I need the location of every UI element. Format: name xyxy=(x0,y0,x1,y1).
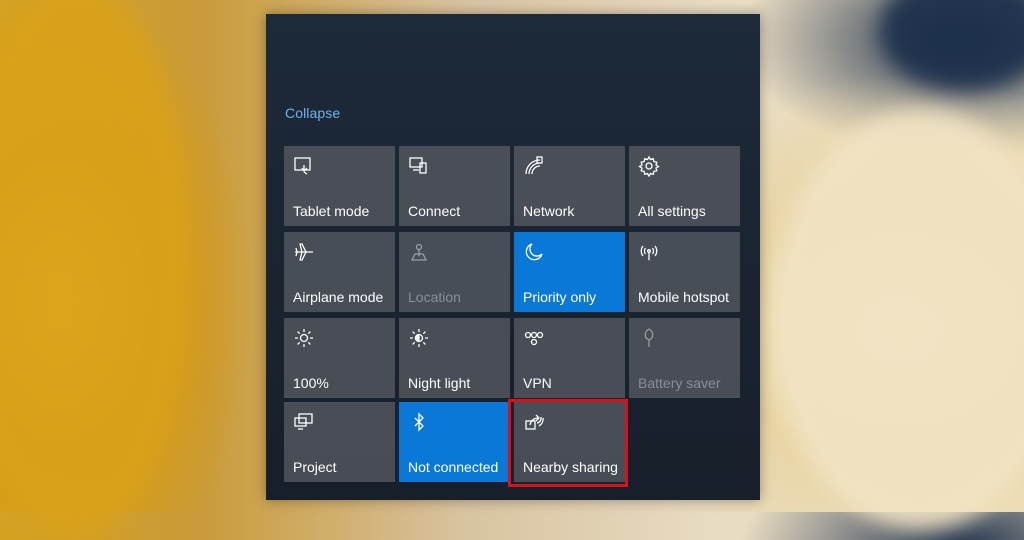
tile-location[interactable]: Location xyxy=(399,232,510,312)
tile-label: All settings xyxy=(638,203,706,219)
tile-mobile-hotspot[interactable]: Mobile hotspot xyxy=(629,232,740,312)
background-banana-left xyxy=(0,0,190,540)
tile-network[interactable]: Network xyxy=(514,146,625,226)
tile-project[interactable]: Project xyxy=(284,402,395,482)
tile-airplane-mode[interactable]: Airplane mode xyxy=(284,232,395,312)
tile-label: Project xyxy=(293,459,337,475)
brightness-icon xyxy=(293,327,315,349)
tablet-mode-icon xyxy=(293,155,315,177)
airplane-icon xyxy=(293,241,315,263)
gear-icon xyxy=(638,155,660,177)
project-icon xyxy=(293,411,315,433)
tile-connect[interactable]: Connect xyxy=(399,146,510,226)
night-light-icon xyxy=(408,327,430,349)
tile-tablet-mode[interactable]: Tablet mode xyxy=(284,146,395,226)
tile-label: Location xyxy=(408,289,461,305)
tile-label: 100% xyxy=(293,375,329,391)
tile-bluetooth[interactable]: Not connected xyxy=(399,402,510,482)
tile-label: Priority only xyxy=(523,289,597,305)
connect-icon xyxy=(408,155,430,177)
tile-priority-only[interactable]: Priority only xyxy=(514,232,625,312)
battery-saver-icon xyxy=(638,327,660,349)
bluetooth-icon xyxy=(408,411,430,433)
tile-label: Battery saver xyxy=(638,375,721,391)
tile-all-settings[interactable]: All settings xyxy=(629,146,740,226)
tile-label: Airplane mode xyxy=(293,289,384,305)
moon-icon xyxy=(523,241,545,263)
tile-label: Tablet mode xyxy=(293,203,370,219)
tile-vpn[interactable]: VPN xyxy=(514,318,625,398)
hotspot-icon xyxy=(638,241,660,263)
tile-label: Network xyxy=(523,203,575,219)
tile-label: VPN xyxy=(523,375,552,391)
background-banana-right xyxy=(770,110,1024,530)
tile-label: Nearby sharing xyxy=(523,459,618,475)
tile-nearby-sharing[interactable]: Nearby sharing xyxy=(514,402,625,482)
tile-battery-saver[interactable]: Battery saver xyxy=(629,318,740,398)
tile-brightness[interactable]: 100% xyxy=(284,318,395,398)
location-icon xyxy=(408,241,430,263)
nearby-sharing-icon xyxy=(523,411,545,433)
tile-night-light[interactable]: Night light xyxy=(399,318,510,398)
tile-label: Not connected xyxy=(408,459,499,475)
tile-label: Connect xyxy=(408,203,461,219)
tile-label: Night light xyxy=(408,375,471,391)
tile-label: Mobile hotspot xyxy=(638,289,730,305)
background-dark-corner xyxy=(880,0,1024,90)
collapse-link[interactable]: Collapse xyxy=(285,105,340,121)
network-icon xyxy=(523,155,545,177)
vpn-icon xyxy=(523,327,545,349)
